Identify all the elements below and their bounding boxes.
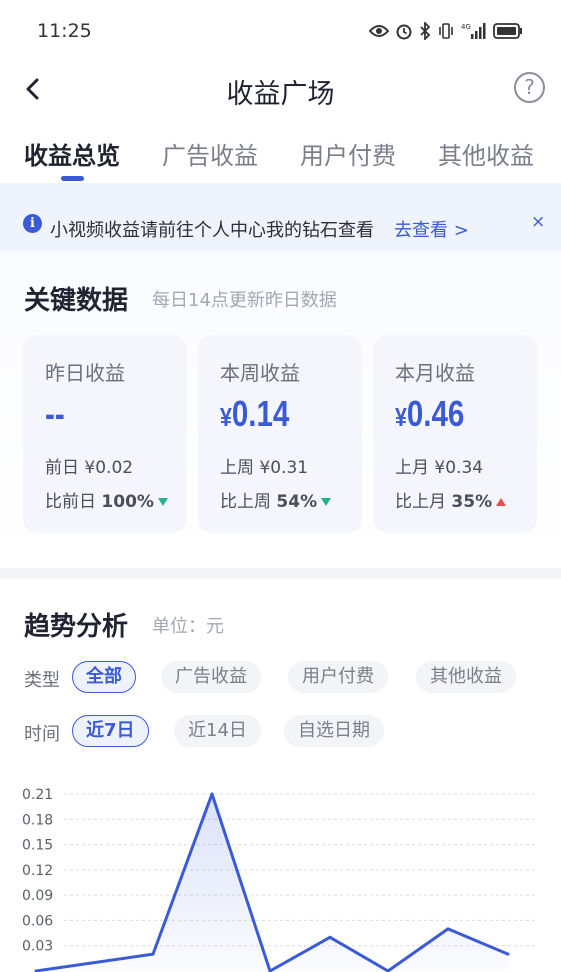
notice-text: 小视频收益请前往个人中心我的钻石查看	[50, 220, 374, 241]
card-prev: 前日 ¥0.02	[45, 458, 134, 478]
card-label: 本周收益	[220, 361, 300, 385]
card-prev: 上月 ¥0.34	[395, 458, 484, 478]
y-tick-label: 0.21	[22, 787, 53, 803]
data-point	[151, 952, 155, 956]
tab-user-payment[interactable]: 用户付费	[300, 136, 396, 171]
tab-ad-revenue[interactable]: 广告收益	[162, 136, 258, 171]
help-icon[interactable]: ?	[514, 72, 545, 103]
card-value: --	[45, 393, 65, 434]
notice-link[interactable]: 去查看 >	[394, 216, 469, 242]
chip-time-7d[interactable]: 近7日	[72, 715, 149, 747]
chip-time-custom[interactable]: 自选日期	[284, 715, 384, 747]
y-tick-label: 0.15	[22, 838, 53, 854]
tab-other-revenue[interactable]: 其他收益	[438, 136, 534, 171]
data-point	[210, 792, 214, 796]
section-divider	[0, 568, 561, 579]
trend-unit: 单位：元	[152, 616, 224, 637]
card-this-month[interactable]: 本月收益 ¥0.46 上月 ¥0.34 比上月 35%	[373, 335, 537, 533]
card-yesterday[interactable]: 昨日收益 -- 前日 ¥0.02 比前日 100%	[23, 335, 187, 533]
y-tick-label: 0.18	[22, 812, 53, 828]
chip-type-all[interactable]: 全部	[72, 661, 136, 693]
close-icon[interactable]: ×	[531, 212, 545, 232]
page-title: 收益广场	[226, 79, 335, 110]
y-tick-label: 0.09	[22, 888, 53, 904]
svg-text:4G: 4G	[461, 23, 471, 31]
data-point	[446, 927, 450, 931]
chip-type-ad[interactable]: 广告收益	[161, 661, 261, 693]
eye-icon	[369, 25, 389, 37]
card-label: 昨日收益	[45, 361, 125, 385]
trend-down-icon	[157, 498, 168, 506]
time-filter-label: 时间	[24, 724, 60, 745]
bluetooth-icon	[420, 22, 431, 40]
card-compare: 比上周 54%	[220, 487, 332, 512]
card-prev: 上周 ¥0.31	[220, 458, 309, 478]
series-area	[36, 794, 508, 971]
nav-bar: 收益广场 ?	[0, 62, 561, 118]
info-icon: i	[23, 214, 42, 233]
card-compare: 比上月 35%	[395, 487, 507, 512]
chip-type-other[interactable]: 其他收益	[416, 661, 516, 693]
chip-time-14d[interactable]: 近14日	[174, 715, 261, 747]
trend-down-icon	[321, 498, 332, 506]
trend-chart: 0.21 0.18 0.15 0.12 0.09 0.06 0.03	[22, 787, 536, 972]
card-label: 本月收益	[395, 361, 475, 385]
notice-banner: i 小视频收益请前往个人中心我的钻石查看 去查看 >	[0, 183, 561, 251]
trend-up-icon	[496, 498, 507, 506]
y-tick-label: 0.12	[22, 863, 53, 879]
card-value: ¥0.14	[220, 393, 290, 434]
chip-type-user-payment[interactable]: 用户付费	[288, 661, 388, 693]
status-time: 11:25	[37, 20, 92, 42]
alarm-icon	[396, 24, 412, 40]
status-bar: 11:25 4G	[0, 0, 561, 60]
tab-indicator	[61, 176, 84, 181]
key-data-subtitle: 每日14点更新昨日数据	[152, 290, 337, 311]
card-value: ¥0.46	[395, 393, 465, 434]
key-data-title: 关键数据	[24, 286, 129, 316]
key-data-section: 关键数据 每日14点更新昨日数据 昨日收益 -- 前日 ¥0.02 比前日 10…	[0, 251, 561, 568]
signal-icon: 4G	[461, 23, 486, 39]
battery-icon	[493, 23, 522, 39]
y-tick-label: 0.06	[22, 913, 53, 929]
trend-title: 趋势分析	[24, 612, 129, 642]
card-compare: 比前日 100%	[45, 487, 168, 512]
data-point	[506, 952, 510, 956]
tab-overview[interactable]: 收益总览	[24, 136, 120, 171]
vibrate-icon	[439, 23, 453, 39]
data-point	[328, 935, 332, 939]
status-icons: 4G	[369, 20, 523, 42]
type-filter-label: 类型	[24, 670, 60, 691]
y-tick-label: 0.03	[22, 939, 53, 955]
card-this-week[interactable]: 本周收益 ¥0.14 上周 ¥0.31 比上周 54%	[198, 335, 362, 533]
tab-bar: 收益总览 广告收益 用户付费 其他收益	[0, 124, 561, 182]
